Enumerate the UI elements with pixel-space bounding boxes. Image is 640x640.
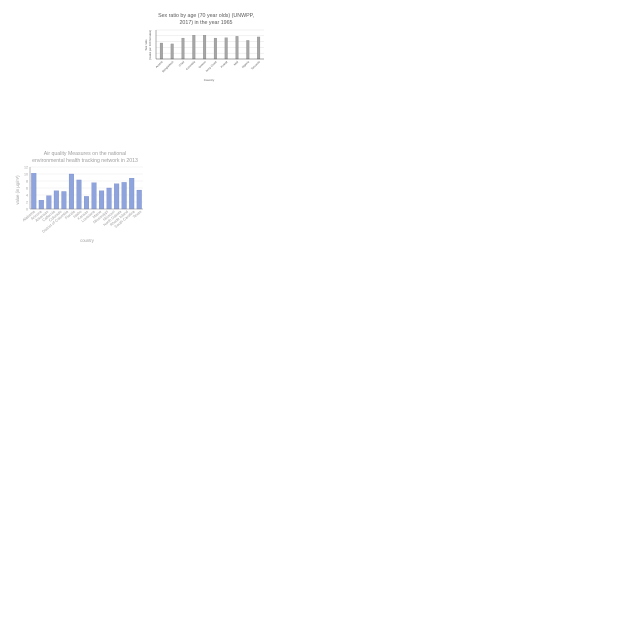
chart2-y-tick-label: 4 bbox=[26, 193, 28, 197]
chart1-x-tick-label: Austria bbox=[155, 60, 164, 69]
chart2-y-tick-label: 2 bbox=[26, 200, 28, 204]
chart1-x-tick-label: Chad bbox=[178, 60, 186, 68]
chart1-x-tick-label: Bangladesh bbox=[161, 60, 175, 74]
chart2-y-label: value (in µg/m³) bbox=[15, 175, 20, 205]
chart2-title-line2: environmental health tracking network in… bbox=[32, 158, 138, 164]
chart2-y-tick-label: 6 bbox=[26, 186, 28, 190]
chart1-x-label: Country bbox=[204, 78, 215, 82]
chart2-bar bbox=[114, 183, 120, 210]
chart2-bar bbox=[68, 173, 74, 210]
chart2-y-tick-label: 0 bbox=[26, 207, 28, 211]
chart2-y-tick-labels: 0 2 4 6 8 10 12 bbox=[24, 165, 28, 211]
air-quality-chart: Air quality Measures on the national env… bbox=[15, 151, 143, 243]
chart2-bar bbox=[91, 182, 97, 210]
chart2-bar bbox=[76, 179, 82, 210]
chart1-bar bbox=[181, 37, 185, 60]
chart2-bar bbox=[38, 200, 44, 210]
charts-canvas: Sex ratio by age (70 year olds) (UNWPP, … bbox=[15, 13, 264, 243]
chart2-bar bbox=[106, 187, 112, 210]
chart1-bar bbox=[213, 37, 217, 60]
chart1-x-tick-label: Ivory Coast bbox=[205, 60, 218, 73]
chart1-bar bbox=[203, 35, 207, 60]
chart1-x-tick-label: Tanzania bbox=[250, 60, 261, 71]
chart2-bars bbox=[31, 173, 142, 210]
chart1-y-label-line2: (males per 100 females) bbox=[148, 30, 152, 60]
chart1-bar bbox=[170, 43, 174, 60]
chart2-x-label: country bbox=[80, 238, 95, 243]
chart2-bar bbox=[53, 190, 59, 210]
chart2-y-tick-label: 10 bbox=[24, 172, 28, 176]
chart1-bar bbox=[246, 40, 250, 60]
chart2-bar bbox=[84, 196, 89, 210]
chart1-x-tick-labels: AustriaBangladesh Chad Colombia GreeceIvory… bbox=[155, 60, 262, 74]
chart1-bar bbox=[257, 36, 261, 60]
chart1-bar bbox=[192, 35, 196, 60]
chart2-bar bbox=[61, 191, 67, 210]
chart1-title-line1: Sex ratio by age (70 year olds) (UNWPP, bbox=[158, 13, 254, 19]
sex-ratio-chart: Sex ratio by age (70 year olds) (UNWPP, … bbox=[144, 13, 264, 82]
chart2-y-tick-label: 12 bbox=[24, 165, 28, 169]
chart2-bar bbox=[46, 195, 52, 210]
chart1-bars bbox=[159, 35, 261, 60]
chart1-x-tick-label: Colombia bbox=[185, 60, 196, 71]
chart1-bar bbox=[224, 37, 228, 60]
chart1-bar bbox=[235, 36, 239, 60]
chart1-title-line2: 2017) in the year 1965 bbox=[179, 20, 232, 26]
chart2-bar bbox=[31, 173, 37, 210]
chart1-x-tick-label: Kuwait bbox=[220, 60, 229, 69]
chart2-bar bbox=[121, 182, 127, 210]
chart2-bar bbox=[136, 189, 142, 210]
chart2-bar bbox=[99, 190, 105, 210]
chart2-x-tick-labels: AlabamaArizonaArkansasCalforniaColoradoD… bbox=[22, 209, 142, 234]
chart1-x-tick-label: Mali bbox=[233, 60, 240, 67]
chart2-bar bbox=[129, 178, 135, 210]
chart1-bar bbox=[159, 42, 163, 60]
chart2-title-line1: Air quality Measures on the national bbox=[44, 151, 126, 157]
chart2-y-tick-label: 8 bbox=[26, 179, 28, 183]
